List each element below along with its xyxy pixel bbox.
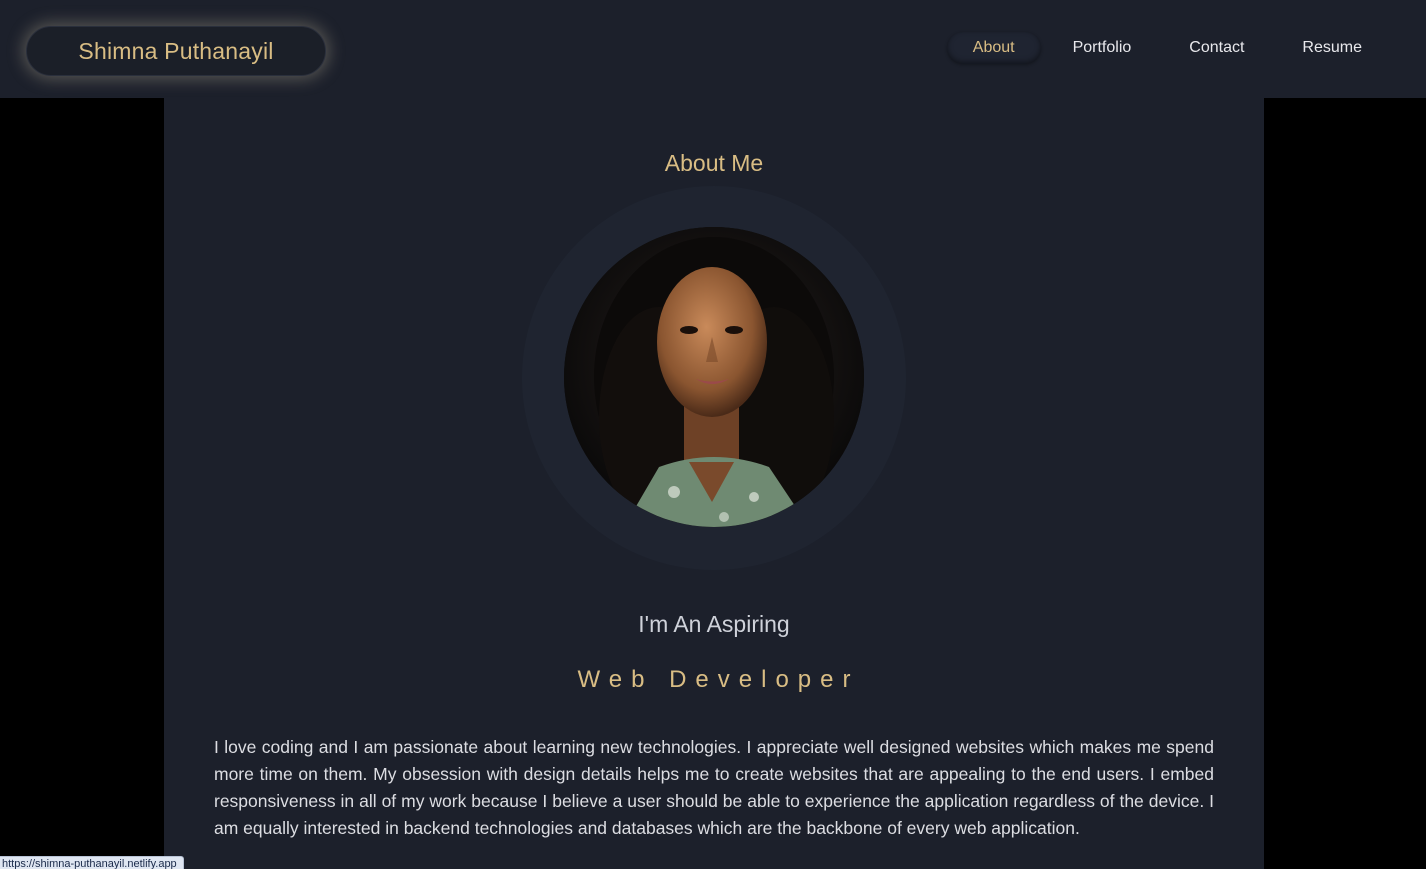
bio-paragraph: I love coding and I am passionate about … [214, 737, 1214, 838]
nav-link-resume[interactable]: Resume [1276, 32, 1388, 64]
tagline-prefix: I'm An Aspiring [638, 611, 790, 637]
top-navbar: Shimna Puthanayil About Portfolio Contac… [0, 0, 1426, 98]
nav-link-contact[interactable]: Contact [1163, 32, 1270, 64]
profile-photo [564, 227, 864, 527]
nav-link-portfolio[interactable]: Portfolio [1047, 32, 1158, 64]
brand-name-button[interactable]: Shimna Puthanayil [26, 26, 326, 76]
role-title: Web Developer [577, 666, 860, 693]
main-nav: About Portfolio Contact Resume [941, 32, 1388, 64]
about-section: About Me I'm An Aspiring Web Developer I… [164, 98, 1264, 869]
status-bar-url: https://shimna-puthanayil.netlify.app [0, 856, 184, 869]
section-title: About Me [664, 150, 764, 176]
nav-link-about[interactable]: About [946, 32, 1041, 64]
